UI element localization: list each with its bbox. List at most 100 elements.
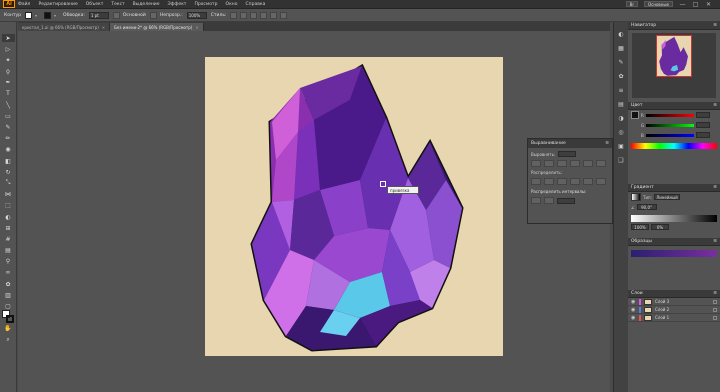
blob-brush-icon[interactable]: ◉ — [2, 146, 15, 154]
graphic-style-icon[interactable] — [230, 11, 238, 19]
distribute-top-icon[interactable] — [531, 178, 541, 185]
perspective-grid-icon[interactable]: ⊞ — [2, 224, 15, 232]
layer-row[interactable]: ◉ Слой 3 — [628, 298, 720, 306]
layer-row[interactable]: ◉ Слой 2 — [628, 306, 720, 314]
eye-icon[interactable]: ◉ — [631, 299, 636, 305]
free-transform-icon[interactable]: ⬚ — [2, 202, 15, 210]
color-header[interactable]: Цвет ≡ — [628, 102, 720, 110]
panel-menu-icon[interactable]: ≡ — [713, 239, 717, 244]
graphic-styles-icon[interactable]: ▣ — [616, 142, 626, 151]
blend-tool-icon[interactable]: ∞ — [2, 269, 15, 277]
align-vcenter-icon[interactable] — [583, 160, 593, 167]
fill-color-swatch[interactable] — [631, 111, 639, 119]
swatches-panel-icon[interactable]: ▦ — [616, 44, 626, 53]
stroke-swatch-icon[interactable] — [6, 315, 14, 323]
blue-slider[interactable] — [645, 133, 694, 137]
minimize-button[interactable]: — — [679, 1, 686, 8]
color-panel-icon[interactable]: ◐ — [616, 30, 626, 39]
distribute-right-icon[interactable] — [596, 178, 606, 185]
lasso-icon[interactable]: ϙ — [2, 68, 15, 76]
direct-selection-tool-icon[interactable]: ▷ — [2, 45, 15, 53]
gradient-location-field[interactable]: 0% — [651, 224, 669, 230]
align-right-icon[interactable] — [270, 11, 278, 19]
menu-view[interactable]: Просмотр — [194, 2, 217, 7]
recolor-icon[interactable] — [240, 11, 248, 19]
line-tool-icon[interactable]: ╲ — [2, 101, 15, 109]
scale-tool-icon[interactable]: ⤡ — [2, 179, 15, 187]
spacing-vertical-icon[interactable] — [531, 197, 541, 204]
hand-tool-icon[interactable]: ✋ — [2, 325, 15, 333]
anchor-point[interactable] — [380, 181, 386, 187]
align-top-icon[interactable] — [570, 160, 580, 167]
align-hcenter-icon[interactable] — [544, 160, 554, 167]
bridge-button[interactable]: Br — [625, 1, 638, 7]
gradient-tool-icon[interactable]: ▤ — [2, 247, 15, 255]
selection-tool-icon[interactable]: ➤ — [1, 34, 15, 42]
close-window-button[interactable]: ✕ — [705, 1, 712, 8]
maximize-button[interactable]: □ — [692, 1, 699, 8]
brush-tool-icon[interactable]: ✎ — [2, 124, 15, 132]
green-value[interactable] — [696, 122, 711, 128]
menu-select[interactable]: Выделение — [133, 2, 160, 7]
chevron-down-icon[interactable]: ▾ — [35, 12, 40, 19]
uniform-label[interactable]: Основной — [123, 13, 146, 18]
close-icon[interactable]: ✕ — [195, 25, 198, 30]
width-tool-icon[interactable]: ⋈ — [2, 191, 15, 199]
pencil-tool-icon[interactable]: ✏ — [2, 135, 15, 143]
rectangle-tool-icon[interactable]: ▭ — [2, 112, 15, 120]
fill-stroke-widget[interactable] — [2, 310, 14, 324]
panel-menu-icon[interactable]: ≡ — [713, 103, 717, 108]
symbol-sprayer-icon[interactable]: ✿ — [2, 280, 15, 288]
layer-row[interactable]: ◉ Слой 1 — [628, 314, 720, 322]
color-spectrum[interactable] — [631, 143, 717, 149]
opacity-field[interactable]: 100% — [186, 11, 207, 19]
navigator-view-box[interactable] — [656, 35, 692, 77]
align-to-field[interactable] — [558, 151, 577, 157]
tab-document-2[interactable]: Без имени-2* @ 66% (RGB/Просмотр) ✕ — [110, 23, 204, 31]
symbols-panel-icon[interactable]: ✿ — [616, 72, 626, 81]
navigator-header[interactable]: Навигатор ≡ — [628, 22, 720, 30]
red-value[interactable] — [695, 112, 710, 118]
magic-wand-icon[interactable]: ✦ — [2, 56, 15, 64]
navigator-thumbnail[interactable] — [632, 33, 716, 98]
gradient-preview[interactable] — [631, 193, 641, 201]
brush-icon[interactable] — [149, 11, 157, 19]
pen-tool-icon[interactable]: ✒ — [2, 79, 15, 87]
stroke-weight-field[interactable]: 1 pt — [88, 11, 109, 19]
gradient-angle-field[interactable]: 90,0° — [636, 204, 657, 210]
menu-edit[interactable]: Редактирование — [38, 2, 77, 7]
variable-width-icon[interactable] — [112, 11, 120, 19]
gradient-opacity-field[interactable]: 100% — [631, 224, 649, 230]
distribute-left-icon[interactable] — [570, 178, 580, 185]
align-left-icon[interactable] — [250, 11, 258, 19]
zoom-tool-icon[interactable]: ⌕ — [2, 336, 15, 344]
fill-swatch[interactable] — [25, 11, 33, 19]
layer-target-icon[interactable] — [713, 299, 717, 304]
mesh-tool-icon[interactable]: # — [2, 235, 15, 243]
close-icon[interactable]: ✕ — [102, 25, 105, 30]
layers-header[interactable]: Слои ≡ — [628, 290, 720, 298]
layers-panel-icon[interactable]: ❑ — [616, 156, 626, 165]
blue-value[interactable] — [695, 132, 710, 138]
brushes-panel-icon[interactable]: ✎ — [616, 58, 626, 67]
spacing-horizontal-icon[interactable] — [544, 197, 554, 204]
layer-name[interactable]: Слой 1 — [655, 315, 669, 320]
eye-icon[interactable]: ◉ — [631, 315, 636, 321]
workspace-switcher[interactable]: Основные — [643, 1, 673, 7]
red-slider[interactable] — [645, 113, 694, 117]
shape-builder-icon[interactable]: ◐ — [2, 213, 15, 221]
transform-icon[interactable] — [280, 11, 288, 19]
transparency-panel-icon[interactable]: ◑ — [616, 114, 626, 123]
stroke-panel-icon[interactable]: ≡ — [616, 86, 626, 95]
menu-object[interactable]: Объект — [86, 2, 104, 7]
current-gradient-swatch[interactable] — [631, 250, 717, 257]
spacing-field[interactable] — [557, 197, 575, 204]
layer-target-icon[interactable] — [713, 315, 717, 320]
chevron-down-icon[interactable]: ▾ — [54, 12, 59, 19]
distribute-bottom-icon[interactable] — [557, 178, 567, 185]
panel-menu-icon[interactable]: ≡ — [713, 185, 717, 190]
align-center-icon[interactable] — [260, 11, 268, 19]
layer-name[interactable]: Слой 3 — [655, 299, 669, 304]
layer-name[interactable]: Слой 2 — [655, 307, 669, 312]
type-tool-icon[interactable]: T — [2, 90, 15, 98]
